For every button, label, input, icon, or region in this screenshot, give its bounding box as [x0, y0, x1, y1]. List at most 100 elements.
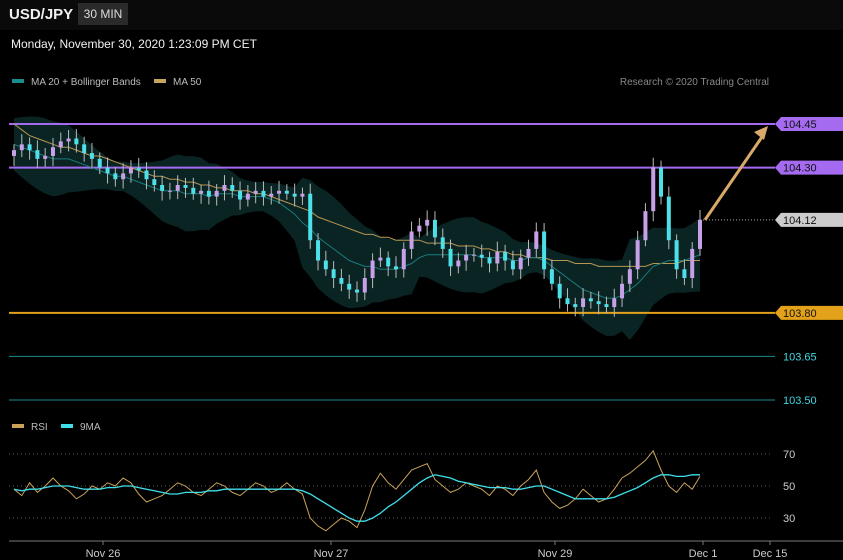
candle-body	[386, 257, 391, 267]
rsi-9ma-line	[13, 474, 700, 522]
candle-body	[440, 237, 445, 249]
candle-body	[542, 231, 547, 270]
candle-body	[464, 254, 469, 261]
candle-body	[105, 167, 110, 174]
legend-swatch-ma20	[12, 79, 24, 83]
candle-body	[479, 254, 484, 258]
candle-body	[160, 185, 165, 191]
x-tick-label: Nov 29	[538, 548, 573, 560]
rsi-panel: 70 50 30	[9, 449, 795, 532]
level-label-103.50: 103.50	[783, 395, 817, 407]
candle-body	[316, 240, 321, 261]
x-tick-label: Nov 27	[314, 548, 349, 560]
candle-body	[284, 190, 289, 194]
candle-body	[534, 231, 539, 249]
level-label-103.80: 103.80	[783, 308, 817, 320]
candle-body	[245, 193, 250, 200]
level-label-104.12: 104.12	[783, 215, 817, 227]
legend-9ma-label: 9MA	[80, 422, 101, 433]
candle-body	[643, 211, 648, 241]
candle-body	[230, 185, 235, 191]
candle-body	[557, 283, 562, 299]
candle-body	[323, 260, 328, 270]
candle-body	[573, 304, 578, 308]
candle-body	[690, 248, 695, 278]
candle-body	[401, 248, 406, 270]
candle-body	[58, 141, 63, 148]
candle-body	[495, 251, 500, 264]
candle-body	[43, 155, 48, 159]
candle-body	[206, 190, 211, 197]
candle-body	[659, 167, 664, 197]
candle-body	[393, 266, 398, 270]
candle-body	[409, 231, 414, 249]
candle-body	[253, 190, 258, 194]
candle-body	[510, 260, 515, 270]
candle-body	[432, 219, 437, 238]
candle-body	[113, 173, 118, 180]
candle-body	[238, 190, 243, 200]
candle-body	[526, 248, 531, 258]
candle-body	[518, 257, 523, 270]
candle-body	[448, 248, 453, 267]
candle-body	[620, 283, 625, 299]
target-arrow-shaft	[703, 133, 766, 221]
candle-body	[300, 193, 305, 197]
candle-body	[183, 185, 188, 188]
candle-body	[136, 167, 141, 171]
candle-body	[331, 269, 336, 278]
candle-body	[27, 144, 32, 151]
bollinger-band-fill	[14, 116, 700, 340]
rsi-tick-label: 30	[783, 513, 795, 525]
candle-body	[503, 251, 508, 261]
candle-body	[269, 193, 274, 197]
candle-body	[666, 196, 671, 241]
candle-body	[581, 298, 586, 308]
candle-body	[277, 190, 282, 194]
candle-body	[292, 193, 297, 197]
candle-body	[128, 167, 133, 174]
candle-body	[19, 144, 24, 151]
legend-swatch-9ma	[61, 424, 73, 428]
x-axis: Nov 26 Nov 27 Nov 29 Dec 1 Dec 15	[9, 540, 843, 560]
candle-body	[698, 219, 702, 249]
price-chart: MA 20 + Bollinger Bands MA 50 Research ©…	[9, 77, 843, 560]
candle-body	[175, 185, 180, 191]
candle-body	[651, 167, 656, 212]
candle-body	[50, 147, 55, 156]
candle-body	[682, 269, 687, 278]
candle-body	[308, 193, 313, 241]
bollinger-band	[14, 116, 700, 340]
rsi-tick-label: 70	[783, 449, 795, 461]
candle-body	[222, 185, 227, 191]
level-label-104.30: 104.30	[783, 163, 817, 175]
legend-swatch-ma50	[154, 79, 166, 83]
candle-body	[471, 254, 476, 256]
rsi-line	[13, 449, 701, 532]
candle-body	[82, 144, 87, 154]
candle-body	[199, 190, 204, 194]
candle-body	[167, 190, 172, 192]
candle-body	[152, 179, 157, 186]
candle-body	[635, 240, 640, 270]
copyright-text: Research © 2020 Trading Central	[620, 77, 769, 88]
candle-body	[612, 298, 617, 308]
candle-body	[378, 257, 383, 261]
candle-body	[355, 289, 359, 293]
x-tick-label: Nov 26	[86, 548, 121, 560]
candle-body	[261, 190, 266, 197]
candle-body	[674, 240, 679, 270]
candle-body	[565, 298, 570, 305]
candle-body	[487, 257, 492, 264]
candle-body	[370, 260, 375, 278]
candle-body	[417, 225, 422, 232]
level-labels: 104.45 104.30 104.12 103.80 103.65 103.50	[775, 117, 843, 407]
candle-body	[339, 277, 344, 284]
candle-body	[121, 173, 126, 180]
x-tick-label: Dec 1	[689, 548, 718, 560]
candle-body	[425, 219, 430, 226]
candle-body	[12, 150, 16, 156]
candle-body	[35, 150, 40, 159]
candle-body	[191, 187, 196, 194]
candle-body	[89, 153, 94, 159]
